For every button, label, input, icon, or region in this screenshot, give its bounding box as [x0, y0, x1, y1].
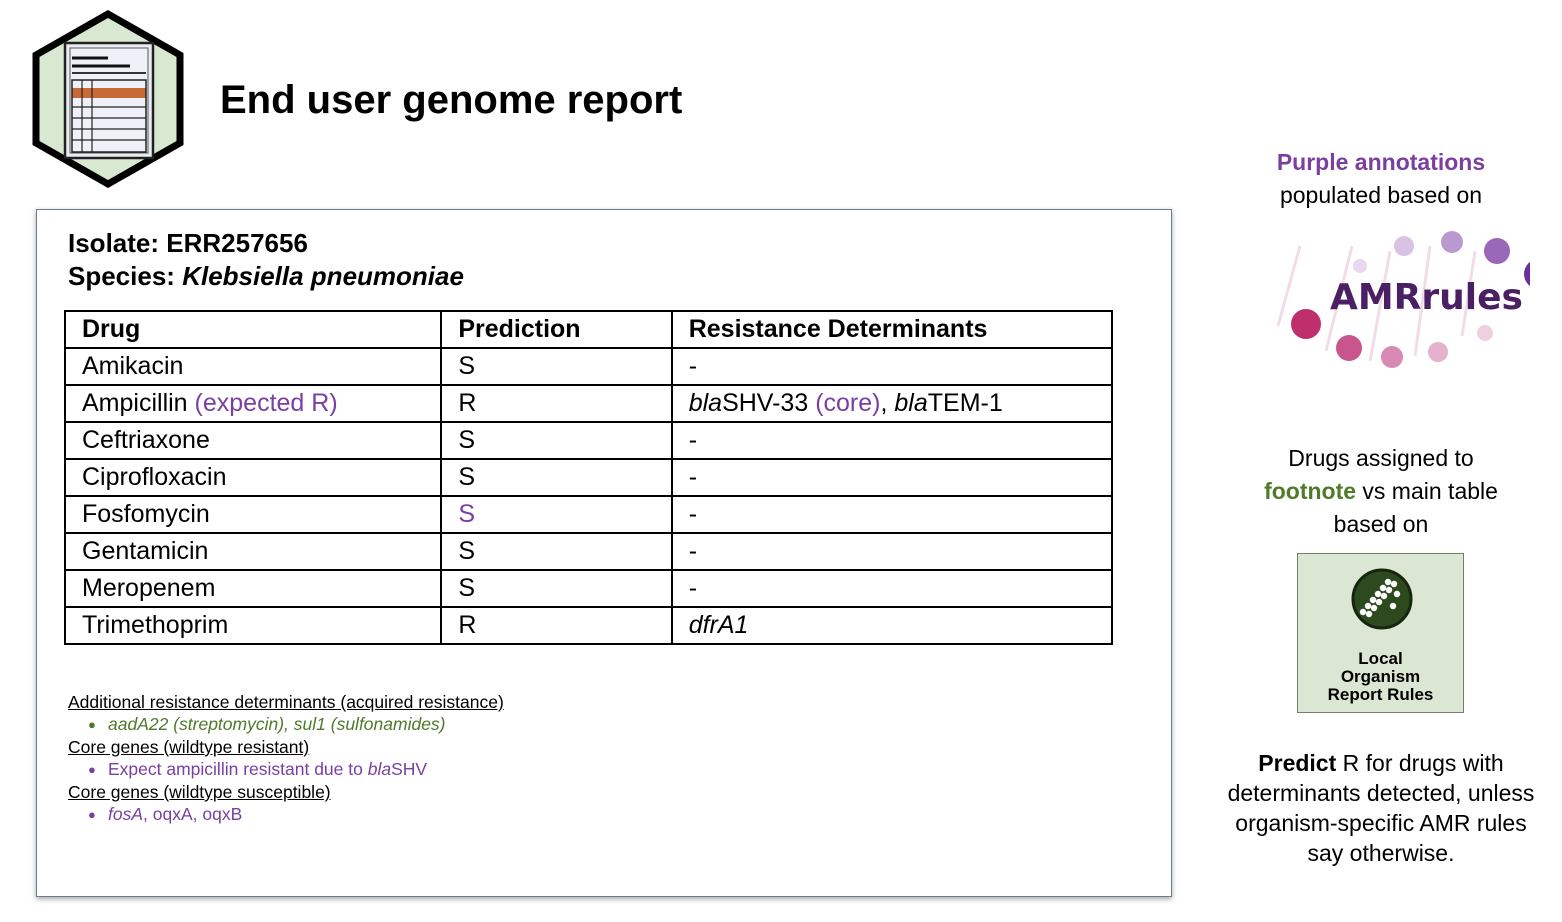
- core-resistant-text: Expect ampicillin resistant due to: [108, 759, 368, 779]
- predict-line: determinants detected, unless: [1227, 780, 1535, 806]
- drug-cell: Meropenem: [63, 569, 443, 608]
- amr-prediction-table: Drug Prediction Resistance Determinants …: [63, 310, 1114, 645]
- determinants-cell: -: [670, 495, 1114, 534]
- table-row: Fosfomycin S -: [63, 495, 1114, 534]
- page-title: End user genome report: [220, 78, 683, 122]
- acquired-heading: Additional resistance determinants (acqu…: [68, 692, 504, 712]
- gene-prefix: bla: [367, 759, 392, 779]
- predict-keyword: Predict: [1258, 750, 1337, 776]
- species-label: Species:: [68, 261, 175, 291]
- lor-line: Report Rules: [1327, 685, 1434, 704]
- prediction-cell: R: [440, 384, 673, 423]
- list-item: ● fosA, oqxA, oqxB: [88, 804, 243, 824]
- list-item: ● Expect ampicillin resistant due to blaS…: [88, 759, 428, 779]
- table-row: Trimethoprim R dfrA1: [63, 606, 1114, 645]
- local-organism-rules-label: Local Organism Report Rules: [1298, 650, 1463, 704]
- gene-name: SHV-33: [722, 389, 809, 417]
- local-organism-rules-icon: [1351, 568, 1413, 630]
- gene-list: , oqxA, oqxB: [143, 804, 243, 824]
- species-line: Species: Klebsiella pneumoniae: [68, 261, 464, 292]
- drug-cell: Ampicillin (expected R): [63, 384, 443, 423]
- core-resistant-heading: Core genes (wildtype resistant): [68, 737, 310, 757]
- table-row: Meropenem S -: [63, 569, 1114, 608]
- drug-cell: Amikacin: [63, 347, 443, 386]
- prediction-cell: S: [440, 458, 673, 497]
- drug-cell: Ceftriaxone: [63, 421, 443, 460]
- report-hexagon-icon: [32, 10, 184, 188]
- vs-main-table: vs main table: [1356, 478, 1498, 504]
- table-row: Amikacin S -: [63, 347, 1114, 386]
- column-header-prediction: Prediction: [440, 310, 673, 349]
- table-row: Ceftriaxone S -: [63, 421, 1114, 460]
- species-value: Klebsiella pneumoniae: [182, 261, 464, 291]
- determinants-cell: dfrA1: [670, 606, 1114, 645]
- determinants-cell: -: [670, 421, 1114, 460]
- drug-cell: Fosfomycin: [63, 495, 443, 534]
- predict-line: organism-specific AMR rules: [1235, 810, 1527, 836]
- column-header-determinants: Resistance Determinants: [670, 310, 1114, 349]
- gene-name: SHV: [391, 759, 428, 779]
- footnote-label: footnote: [1264, 478, 1357, 504]
- predict-rest: R for drugs with: [1336, 750, 1504, 776]
- footnote-vs-line: footnote vs main table: [1200, 475, 1562, 508]
- table-header-row: Drug Prediction Resistance Determinants: [63, 310, 1114, 349]
- purple-annotations-rest: populated based on: [1279, 182, 1483, 208]
- prediction-cell: S: [440, 495, 673, 534]
- purple-annotation-note: Purple annotations populated based on: [1200, 146, 1562, 212]
- isolate-value: ERR257656: [166, 228, 308, 258]
- gene-prefix: bla: [688, 389, 723, 417]
- determinants-cell: -: [670, 532, 1114, 571]
- footnotes: Additional resistance determinants (acqu…: [68, 691, 504, 826]
- lor-line: Local: [1358, 649, 1403, 668]
- amrrules-logo-text: AMRrules: [1330, 277, 1523, 318]
- determinants-cell: blaSHV-33 (core), blaTEM-1: [670, 384, 1114, 423]
- prediction-cell: S: [440, 532, 673, 571]
- table-row: Gentamicin S -: [63, 532, 1114, 571]
- drug-cell: Gentamicin: [63, 532, 443, 571]
- separator: ,: [880, 389, 888, 417]
- gene-name: dfrA1: [688, 611, 749, 639]
- prediction-cell: S: [440, 569, 673, 608]
- amrrules-logo: AMRrules: [1276, 231, 1530, 368]
- purple-annotations-label: Purple annotations: [1276, 149, 1486, 175]
- drug-cell: Trimethoprim: [63, 606, 443, 645]
- predict-line: say otherwise.: [1307, 840, 1455, 866]
- drug-annotation: (expected R): [194, 389, 338, 417]
- drug-cell: Ciprofloxacin: [63, 458, 443, 497]
- table-row: Ciprofloxacin S -: [63, 458, 1114, 497]
- report-card: Isolate: ERR257656 Species: Klebsiella p…: [36, 209, 1172, 897]
- lor-line: Organism: [1340, 667, 1421, 686]
- determinants-cell: -: [670, 569, 1114, 608]
- isolate-label: Isolate:: [68, 228, 160, 258]
- local-organism-rules-box: Local Organism Report Rules: [1297, 553, 1464, 713]
- based-on-line: based on: [1333, 511, 1429, 537]
- isolate-line: Isolate: ERR257656: [68, 228, 308, 259]
- prediction-cell: S: [440, 347, 673, 386]
- table-row: Ampicillin (expected R) R blaSHV-33 (cor…: [63, 384, 1114, 423]
- list-item: ● aadA22 (streptomycin), sul1 (sulfonamid…: [88, 714, 446, 734]
- drug-name: Ampicillin: [82, 389, 188, 417]
- acquired-item: aadA22 (streptomycin), sul1 (sulfonamide…: [108, 714, 446, 734]
- determinants-cell: -: [670, 458, 1114, 497]
- prediction-cell: R: [440, 606, 673, 645]
- gene-name: fosA: [108, 804, 144, 824]
- core-susceptible-heading: Core genes (wildtype susceptible): [68, 782, 331, 802]
- prediction-cell: S: [440, 421, 673, 460]
- determinant-annotation: (core): [815, 389, 881, 417]
- determinants-cell: -: [670, 347, 1114, 386]
- gene-name: TEM-1: [927, 389, 1003, 417]
- gene-prefix: bla: [894, 389, 928, 417]
- predict-rule-note: Predict R for drugs with determinants de…: [1200, 748, 1562, 868]
- footnote-assignment-note: Drugs assigned to footnote vs main table…: [1200, 442, 1562, 541]
- column-header-drug: Drug: [63, 310, 443, 349]
- drugs-assigned-line: Drugs assigned to: [1288, 445, 1474, 471]
- predict-line: Predict R for drugs with: [1200, 748, 1562, 778]
